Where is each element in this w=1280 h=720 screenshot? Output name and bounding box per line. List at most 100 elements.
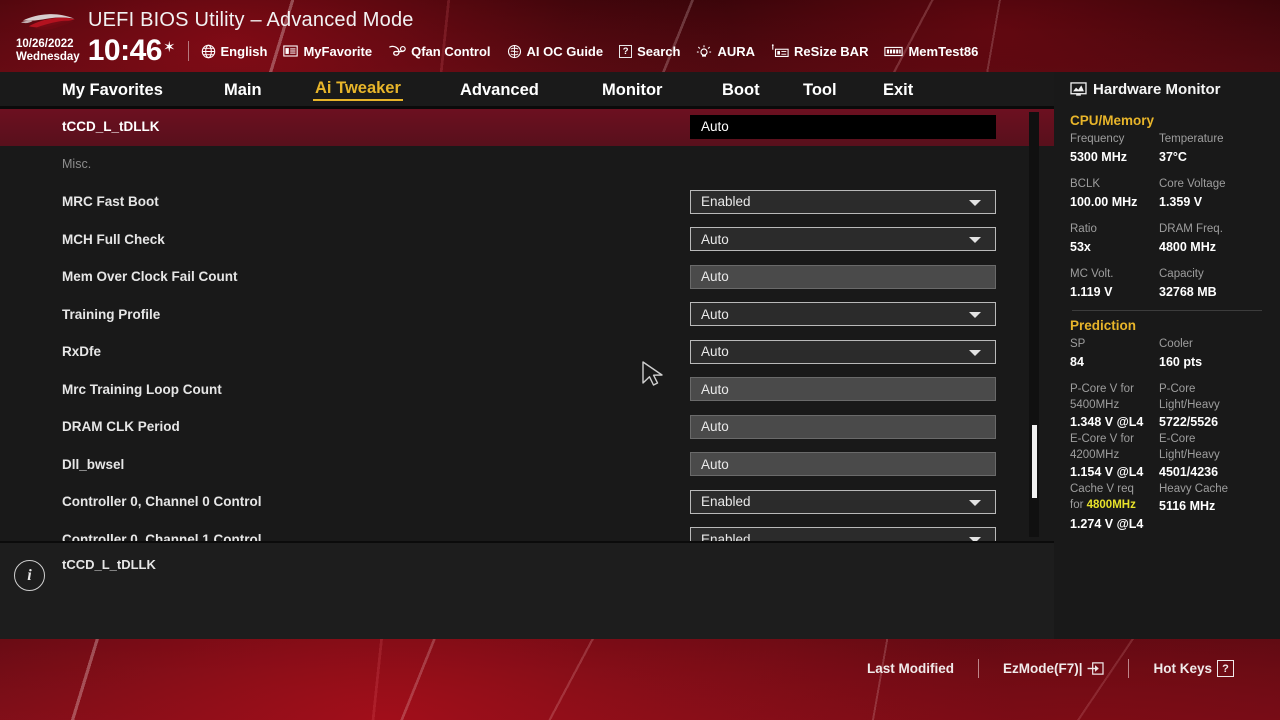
settings-row-label: Dll_bwsel	[62, 456, 125, 472]
settings-row-label: tCCD_L_tDLLK	[62, 119, 160, 135]
pcore-v-key-line1: P-Core V for	[1070, 383, 1134, 395]
settings-row[interactable]: tCCD_L_tDLLK Auto	[0, 108, 1054, 146]
tool-resize-bar-label: ReSize BAR	[794, 43, 869, 59]
nav-tab-tool[interactable]: Tool	[801, 81, 839, 100]
ezmode-button[interactable]: EzMode(F7)|	[979, 661, 1129, 676]
nav-tab-main[interactable]: Main	[222, 81, 264, 100]
tool-memtest86[interactable]: MemTest86	[884, 44, 978, 59]
pcore-lh-key-line1: P-Core	[1159, 383, 1196, 395]
settings-row[interactable]: Mrc Training Loop Count Auto	[0, 371, 1054, 409]
tool-english[interactable]: English	[201, 43, 268, 59]
settings-row-label: Controller 0, Channel 1 Control	[62, 531, 262, 541]
star-list-icon	[283, 45, 299, 57]
nav-tab-boot[interactable]: Boot	[720, 81, 762, 100]
settings-row[interactable]: DRAM CLK Period Auto	[0, 408, 1054, 446]
heavy-cache-value: 5116 MHz	[1159, 499, 1216, 513]
hwm-key: Core Voltage	[1159, 178, 1226, 190]
tool-myfavorite[interactable]: MyFavorite	[283, 44, 372, 59]
question-badge-icon: ?	[1217, 660, 1234, 677]
settings-dropdown[interactable]: Auto	[690, 339, 996, 364]
settings-row-label: DRAM CLK Period	[62, 419, 180, 435]
monitor-icon	[1070, 81, 1087, 96]
pcore-lh-key-line2: Light/Heavy	[1159, 399, 1220, 411]
settings-row[interactable]: MCH Full Check Auto	[0, 221, 1054, 259]
header: UEFI BIOS Utility – Advanced Mode 10/26/…	[0, 0, 1280, 72]
nav-tab-ai-tweaker[interactable]: Ai Tweaker	[313, 79, 403, 101]
hwm-value: 32768 MB	[1159, 285, 1217, 299]
nav-tab-my-favorites[interactable]: My Favorites	[60, 81, 165, 100]
lightbulb-icon	[697, 44, 712, 57]
settings-panel: tCCD_L_tDLLK Auto Misc. MRC Fast Boot Enable…	[0, 108, 1054, 541]
settings-input-active[interactable]: Auto	[690, 114, 996, 139]
nav-tab-exit[interactable]: Exit	[881, 81, 915, 100]
settings-row[interactable]: MRC Fast Boot Enabled	[0, 183, 1054, 221]
settings-row[interactable]: RxDfe Auto	[0, 333, 1054, 371]
cpu-memory-heading: CPU/Memory	[1070, 113, 1155, 128]
settings-scrollbar-thumb[interactable]	[1032, 425, 1037, 498]
tool-english-label: English	[220, 43, 268, 59]
settings-row[interactable]: Controller 0, Channel 0 Control Enabled	[0, 483, 1054, 521]
last-modified-button[interactable]: Last Modified	[843, 661, 978, 676]
settings-row[interactable]: Training Profile Auto	[0, 296, 1054, 334]
pcore-v-value: 1.348 V @L4	[1070, 415, 1144, 429]
settings-input[interactable]: Auto	[690, 452, 996, 477]
chevron-down-icon[interactable]	[969, 499, 981, 506]
clock-value: 10:46	[87, 34, 163, 67]
settings-row-label: Controller 0, Channel 0 Control	[62, 494, 262, 510]
hwm-key: BCLK	[1070, 178, 1101, 190]
nav-tab-advanced[interactable]: Advanced	[458, 81, 541, 100]
hwm-key: Frequency	[1070, 133, 1125, 145]
hwm-value: 100.00 MHz	[1070, 195, 1138, 209]
settings-dropdown[interactable]: Enabled	[690, 527, 996, 541]
prediction-detail-grid: P-Core V for P-Core 5400MHz Light/Heavy …	[1070, 381, 1264, 533]
settings-value: Auto	[701, 269, 729, 285]
settings-dropdown[interactable]: Auto	[690, 227, 996, 252]
hwm-value: 4800 MHz	[1159, 240, 1216, 254]
header-tools: English MyFavorite Qfan Control AI OC Gu…	[201, 43, 978, 59]
settings-row[interactable]: Dll_bwsel Auto	[0, 446, 1054, 484]
settings-input[interactable]: Auto	[690, 377, 996, 402]
tool-aura[interactable]: AURA	[696, 44, 755, 59]
header-info-row: 10/26/2022 Wednesday 10:46 ✶ English MyF…	[16, 34, 1280, 68]
ecore-v-key-line2: 4200MHz	[1070, 449, 1120, 461]
tool-resize-bar[interactable]: ReSize BAR	[771, 44, 868, 59]
question-box-icon: ?	[619, 44, 633, 58]
brain-icon	[507, 44, 521, 58]
settings-input[interactable]: Auto	[690, 264, 996, 289]
settings-dropdown[interactable]: Enabled	[690, 189, 996, 214]
tool-search[interactable]: ? Search	[619, 44, 680, 59]
tool-qfan-control[interactable]: Qfan Control	[388, 44, 491, 59]
settings-row[interactable]: Mem Over Clock Fail Count Auto	[0, 258, 1054, 296]
tool-ai-oc-guide[interactable]: AI OC Guide	[507, 44, 603, 59]
chevron-down-icon[interactable]	[969, 312, 981, 319]
hwm-value: 53x	[1070, 240, 1091, 254]
chevron-down-icon[interactable]	[969, 199, 981, 206]
fan-icon	[389, 45, 406, 56]
header-divider	[187, 41, 189, 61]
settings-value: Auto	[701, 344, 729, 360]
gear-icon[interactable]: ✶	[163, 40, 176, 55]
sp-label: SP	[1070, 338, 1086, 350]
settings-row[interactable]: Controller 0, Channel 1 Control Enabled	[0, 521, 1054, 541]
footer: Last Modified EzMode(F7)| Hot Keys ? Ver…	[0, 639, 1280, 720]
main-nav: My Favorites Main Ai Tweaker Advanced Monito…	[0, 72, 1054, 108]
chevron-down-icon[interactable]	[969, 237, 981, 244]
settings-value: Enabled	[701, 494, 751, 510]
chevron-down-icon[interactable]	[969, 349, 981, 356]
settings-dropdown[interactable]: Auto	[690, 302, 996, 327]
cache-freq-value: 4800MHz	[1086, 499, 1136, 511]
cache-for-word: for	[1070, 499, 1084, 511]
settings-dropdown[interactable]: Enabled	[690, 489, 996, 514]
rog-logo-icon	[21, 14, 76, 30]
nav-tab-monitor[interactable]: Monitor	[600, 81, 664, 100]
hardware-monitor-title-label: Hardware Monitor	[1093, 80, 1221, 98]
settings-value: Auto	[701, 306, 729, 322]
hwm-key: MC Volt.	[1070, 268, 1114, 280]
hotkeys-button[interactable]: Hot Keys ?	[1129, 660, 1258, 677]
tool-aura-label: AURA	[717, 43, 756, 59]
ecore-v-value: 1.154 V @L4	[1070, 465, 1144, 479]
settings-input[interactable]: Auto	[690, 414, 996, 439]
